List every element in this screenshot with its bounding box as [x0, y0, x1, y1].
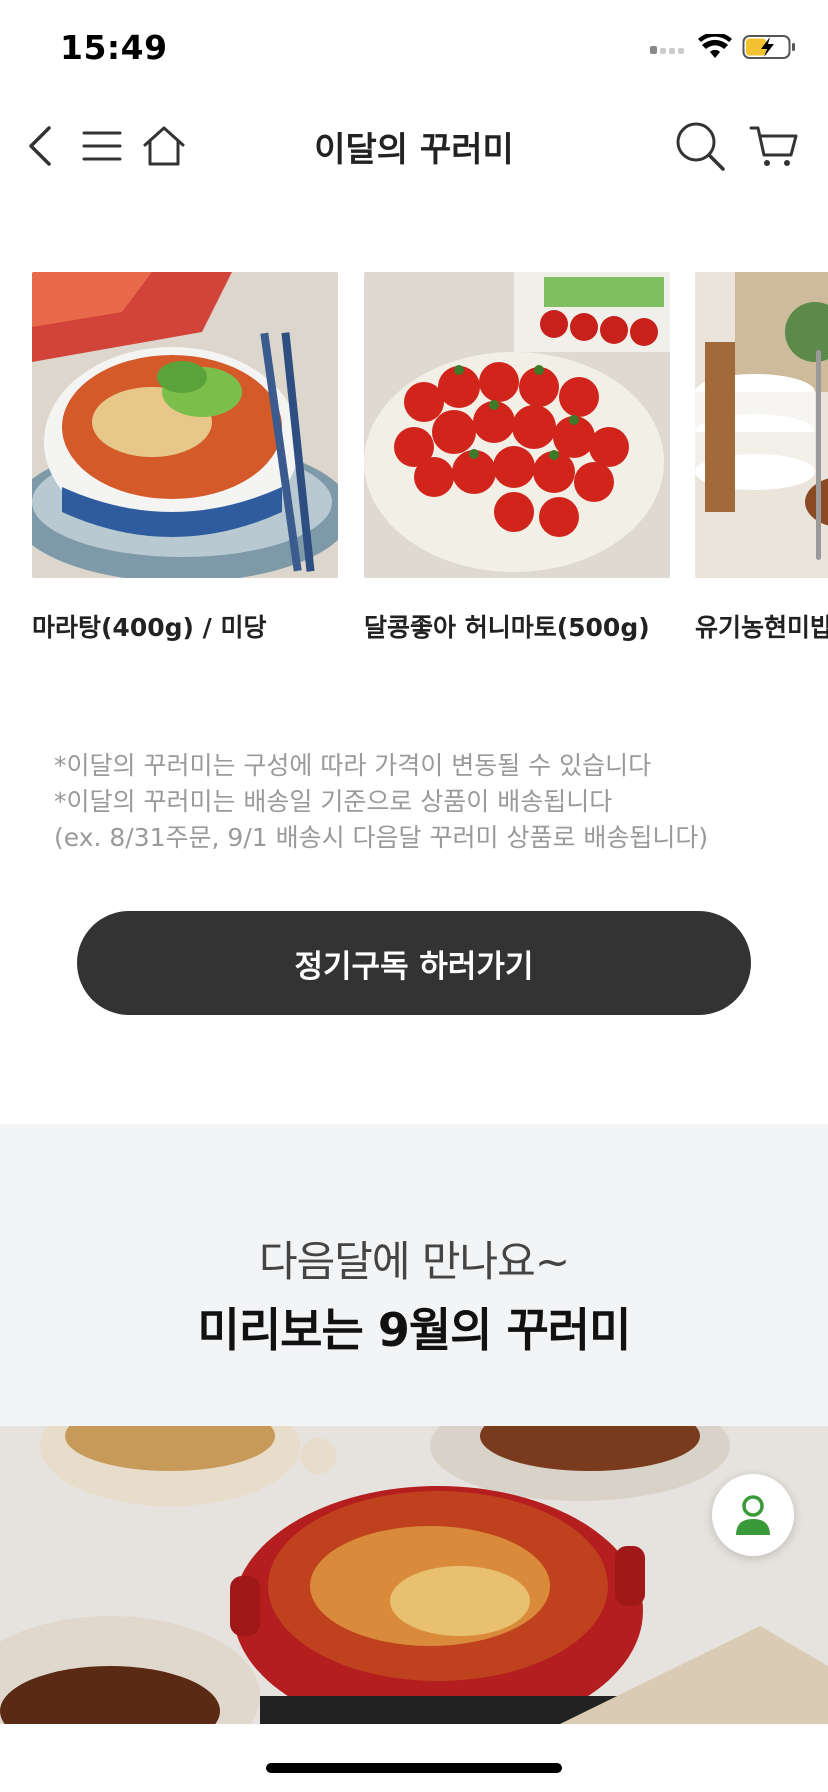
- stew-dishes-image: [0, 1426, 828, 1724]
- home-indicator[interactable]: [266, 1763, 562, 1773]
- product-name: 마라탕(400g) / 미당: [32, 613, 267, 642]
- product-image[interactable]: [695, 272, 828, 578]
- product-name: 유기농현미밥: [695, 613, 828, 642]
- scrollbar[interactable]: [816, 350, 821, 560]
- cart-icon: [749, 126, 798, 166]
- product-card[interactable]: 달콩좋아 허니마토(500g): [364, 272, 670, 644]
- cellular-signal-icon: [650, 46, 684, 54]
- next-month-preview: 다음달에 만나요~ 미리보는 9월의 꾸러미: [0, 1124, 828, 1426]
- product-carousel[interactable]: 마라탕(400g) / 미당 달콩좋아 허니마토(500g) 유기농현미밥: [32, 272, 828, 652]
- wifi-icon: [698, 34, 732, 58]
- app-header: 이달의 꾸러미: [0, 100, 828, 190]
- tomato-image: [364, 272, 670, 578]
- notice-text: *이달의 꾸러미는 구성에 따라 가격이 변동될 수 있습니다 *이달의 꾸러미…: [54, 748, 708, 856]
- notice-line: *이달의 꾸러미는 배송일 기준으로 상품이 배송됩니다: [54, 787, 613, 816]
- preview-subtitle: 다음달에 만나요~: [258, 1237, 570, 1286]
- search-icon: [676, 122, 725, 171]
- product-card[interactable]: 마라탕(400g) / 미당: [32, 272, 338, 644]
- search-button[interactable]: [672, 118, 728, 174]
- notice-line: *이달의 꾸러미는 구성에 따라 가격이 변동될 수 있습니다: [54, 751, 652, 780]
- product-image[interactable]: [32, 272, 338, 578]
- status-time: 15:49: [60, 28, 168, 67]
- malatang-image: [32, 272, 338, 578]
- product-image[interactable]: [364, 272, 670, 578]
- status-icons: [648, 34, 796, 60]
- status-bar: 15:49: [0, 0, 828, 100]
- battery-charging-icon: [742, 35, 795, 59]
- product-name: 달콩좋아 허니마토(500g): [364, 613, 650, 642]
- subscribe-button[interactable]: 정기구독 하러가기: [77, 911, 751, 1015]
- preview-title: 미리보는 9월의 꾸러미: [197, 1303, 632, 1357]
- rice-image: [695, 272, 828, 578]
- preview-banner-image: [0, 1426, 828, 1724]
- profile-button[interactable]: [712, 1474, 794, 1556]
- person-icon: [736, 1495, 770, 1535]
- notice-line: (ex. 8/31주문, 9/1 배송시 다음달 꾸러미 상품로 배송됩니다): [54, 823, 709, 852]
- bottom-safe-area: [0, 1724, 828, 1792]
- product-card[interactable]: 유기농현미밥: [695, 272, 828, 644]
- cart-button[interactable]: [746, 118, 802, 174]
